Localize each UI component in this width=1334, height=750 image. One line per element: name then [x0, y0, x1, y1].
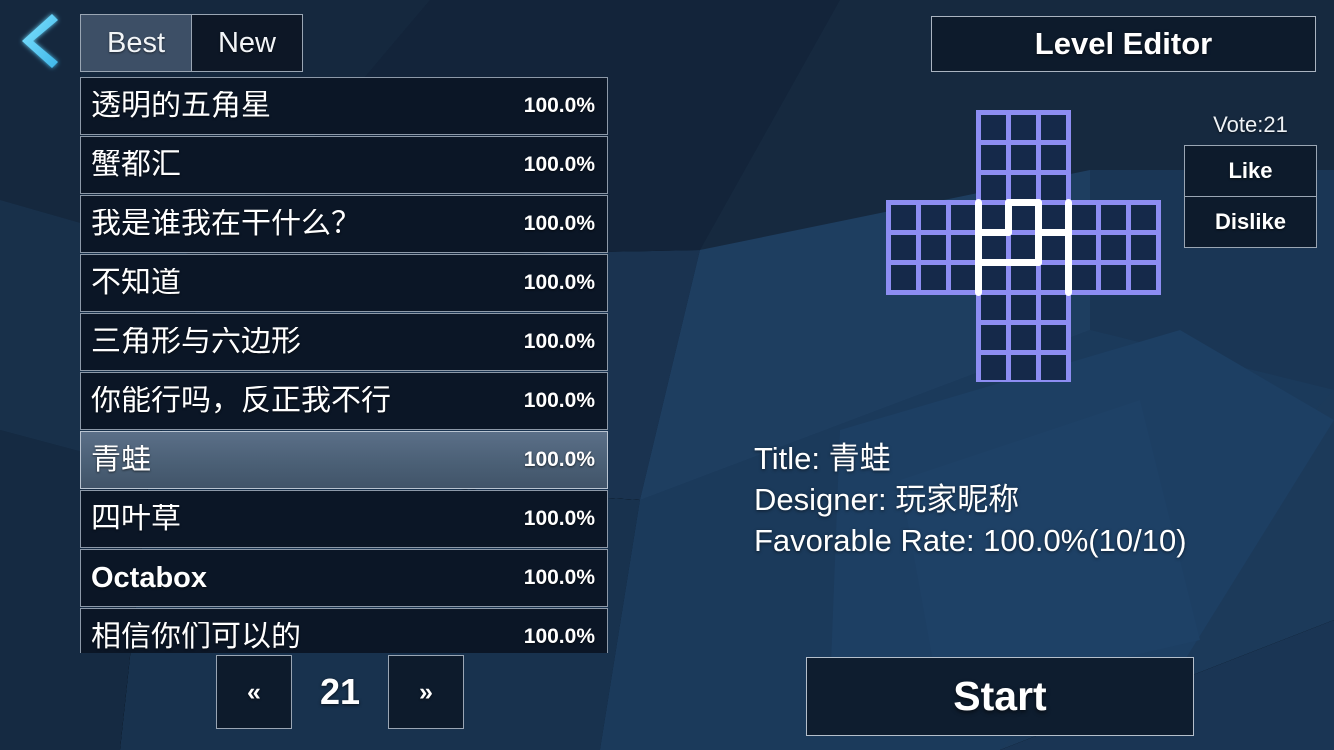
chevron-left-icon: [22, 14, 58, 68]
table-row[interactable]: 你能行吗，反正我不行 100.0%: [80, 372, 608, 430]
row-favorable-rate: 100.0%: [523, 212, 595, 235]
table-row[interactable]: 相信你们可以的 100.0%: [80, 608, 608, 653]
level-title-line: Title: 青蛙: [754, 441, 891, 476]
level-preview: [886, 110, 1161, 382]
table-row[interactable]: 四叶草 100.0%: [80, 490, 608, 548]
row-favorable-rate: 100.0%: [523, 389, 595, 412]
like-button[interactable]: Like: [1184, 145, 1317, 197]
row-title: 四叶草: [91, 504, 181, 534]
level-editor-button[interactable]: Level Editor: [931, 16, 1316, 72]
level-info: Title: 青蛙 Designer: 玩家昵称 Favorable Rate:…: [754, 438, 1187, 561]
dislike-button[interactable]: Dislike: [1184, 196, 1317, 248]
table-row[interactable]: 三角形与六边形 100.0%: [80, 313, 608, 371]
table-row[interactable]: Octabox 100.0%: [80, 549, 608, 607]
dislike-label: Dislike: [1215, 209, 1286, 234]
tab-best-label: Best: [106, 26, 166, 59]
preview-cells: [886, 110, 1161, 382]
row-title: 我是谁我在干什么？: [91, 209, 361, 239]
start-label: Start: [953, 673, 1047, 719]
pagination: « 21 »: [216, 655, 464, 729]
back-button[interactable]: [4, 8, 70, 74]
row-title: 不知道: [91, 268, 181, 298]
prev-page-button[interactable]: «: [216, 655, 292, 729]
row-favorable-rate: 100.0%: [523, 448, 595, 471]
like-label: Like: [1228, 158, 1273, 183]
table-row[interactable]: 透明的五角星 100.0%: [80, 77, 608, 135]
table-row[interactable]: 青蛙 100.0%: [80, 431, 608, 489]
table-row[interactable]: 不知道 100.0%: [80, 254, 608, 312]
table-row[interactable]: 我是谁我在干什么？ 100.0%: [80, 195, 608, 253]
row-title: 青蛙: [91, 445, 151, 475]
row-favorable-rate: 100.0%: [523, 94, 595, 117]
row-title: Octabox: [91, 563, 208, 593]
page-number: 21: [319, 671, 361, 712]
row-favorable-rate: 100.0%: [523, 566, 595, 589]
row-favorable-rate: 100.0%: [523, 507, 595, 530]
row-title: 透明的五角星: [91, 91, 271, 121]
row-favorable-rate: 100.0%: [523, 271, 595, 294]
row-title: 蟹都汇: [91, 150, 181, 180]
tab-new-label: New: [217, 26, 276, 59]
level-list[interactable]: 透明的五角星 100.0% 蟹都汇 100.0% 我是谁我在干什么？ 100.0% 不知道 1…: [80, 77, 608, 653]
next-page-label: »: [419, 677, 433, 706]
row-title: 你能行吗，反正我不行: [91, 386, 391, 416]
vote-block: Vote:21 Like Dislike: [1184, 112, 1317, 248]
table-row[interactable]: 蟹都汇 100.0%: [80, 136, 608, 194]
row-favorable-rate: 100.0%: [523, 330, 595, 353]
prev-page-label: «: [247, 677, 261, 706]
tab-best[interactable]: Best: [80, 14, 192, 72]
list-filter-tabs: Best New: [80, 14, 303, 72]
row-favorable-rate: 100.0%: [523, 625, 595, 648]
row-title: 三角形与六边形: [91, 327, 301, 357]
next-page-button[interactable]: »: [388, 655, 464, 729]
row-title: 相信你们可以的: [91, 622, 301, 652]
level-rate-line: Favorable Rate: 100.0%(10/10): [754, 523, 1187, 558]
tab-new[interactable]: New: [191, 14, 303, 72]
level-editor-label: Level Editor: [1034, 26, 1213, 61]
vote-count: Vote:21: [1213, 112, 1288, 137]
game-screen: Best New 透明的五角星 100.0% 蟹都汇 100.0% 我是谁我在干什么？ 1…: [0, 0, 1334, 750]
level-designer-line: Designer: 玩家昵称: [754, 482, 1020, 517]
row-favorable-rate: 100.0%: [523, 153, 595, 176]
start-button[interactable]: Start: [806, 657, 1194, 736]
